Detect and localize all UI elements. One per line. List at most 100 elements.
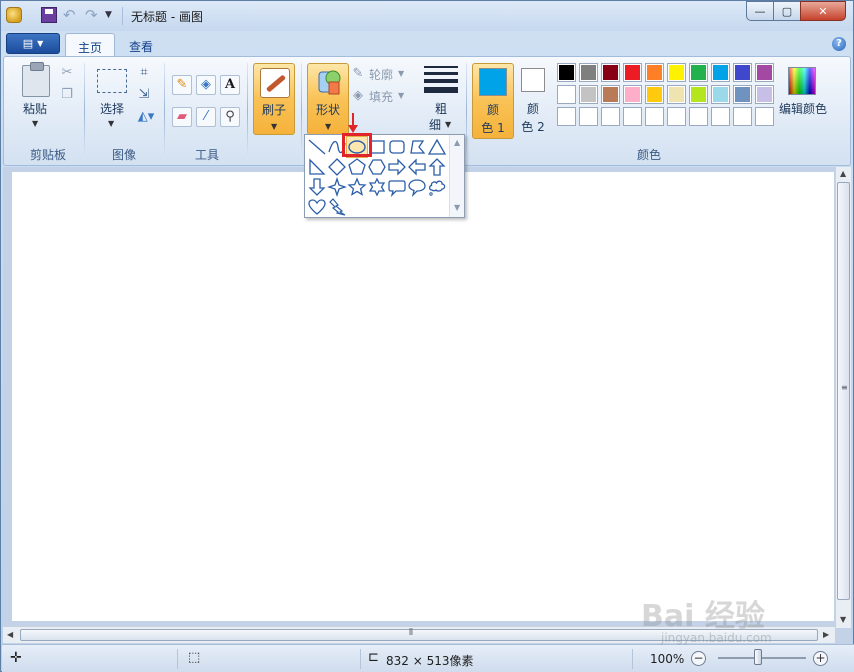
shape-pentagon-icon[interactable]	[347, 157, 367, 177]
palette-color-swatch[interactable]	[711, 63, 730, 82]
shape-left-arrow-icon[interactable]	[407, 157, 427, 177]
maximize-button[interactable]: ▢	[773, 1, 801, 21]
crop-icon[interactable]: ⌗	[136, 65, 152, 81]
text-tool-icon[interactable]: A	[220, 75, 240, 95]
brushes-button[interactable]: 刷子 ▼	[253, 63, 295, 135]
palette-empty-swatch[interactable]	[623, 107, 642, 126]
paste-button-label[interactable]: 粘贴	[18, 101, 52, 117]
line-size-icon[interactable]	[424, 66, 458, 96]
eraser-icon[interactable]: ▰	[172, 107, 192, 127]
palette-color-swatch[interactable]	[623, 85, 642, 104]
palette-color-swatch[interactable]	[557, 63, 576, 82]
color1-button[interactable]: 颜 色 1	[472, 63, 514, 139]
palette-empty-swatch[interactable]	[645, 107, 664, 126]
chevron-down-icon[interactable]: ▼	[445, 120, 451, 129]
palette-color-swatch[interactable]	[645, 63, 664, 82]
paste-dropdown-icon[interactable]: ▼	[32, 119, 38, 128]
palette-empty-swatch[interactable]	[689, 107, 708, 126]
shape-line-icon[interactable]	[307, 137, 327, 157]
palette-color-swatch[interactable]	[755, 85, 774, 104]
shape-oval-callout-icon[interactable]	[407, 177, 427, 197]
shape-five-point-star-icon[interactable]	[347, 177, 367, 197]
shape-hexagon-icon[interactable]	[367, 157, 387, 177]
palette-empty-swatch[interactable]	[755, 107, 774, 126]
redo-icon[interactable]: ↷	[85, 7, 101, 23]
undo-icon[interactable]: ↶	[63, 7, 79, 23]
select-dropdown-icon[interactable]: ▼	[108, 119, 114, 128]
shape-down-arrow-icon[interactable]	[307, 177, 327, 197]
palette-color-swatch[interactable]	[667, 63, 686, 82]
shape-four-point-star-icon[interactable]	[327, 177, 347, 197]
fill-icon[interactable]: ◈	[350, 88, 366, 104]
paint-menu-button[interactable]: ▤ ▼	[6, 33, 60, 54]
shape-rounded-rectangle-icon[interactable]	[387, 137, 407, 157]
vertical-scroll-thumb[interactable]: ≡	[837, 182, 850, 600]
palette-color-swatch[interactable]	[645, 85, 664, 104]
vertical-scrollbar[interactable]: ▲ ≡ ▼	[835, 167, 851, 628]
color-picker-icon[interactable]: ⁄	[196, 107, 216, 127]
edit-colors-label[interactable]: 编辑颜色	[774, 101, 832, 117]
palette-color-swatch[interactable]	[733, 85, 752, 104]
resize-icon[interactable]: ⇲	[136, 87, 152, 103]
palette-color-swatch[interactable]	[623, 63, 642, 82]
rotate-icon[interactable]: ◭▾	[134, 109, 158, 125]
copy-icon[interactable]: ❐	[59, 87, 75, 103]
palette-color-swatch[interactable]	[667, 85, 686, 104]
size-label-top[interactable]: 粗	[424, 101, 458, 117]
scroll-up-icon[interactable]: ▲	[840, 169, 846, 178]
shape-six-point-star-icon[interactable]	[367, 177, 387, 197]
palette-color-swatch[interactable]	[557, 85, 576, 104]
palette-color-swatch[interactable]	[579, 63, 598, 82]
magnifier-icon[interactable]: ⚲	[220, 107, 240, 127]
palette-color-swatch[interactable]	[601, 85, 620, 104]
paint-app-icon[interactable]	[6, 7, 22, 23]
fill-bucket-icon[interactable]: ◈	[196, 75, 216, 95]
zoom-out-button[interactable]: −	[691, 651, 706, 666]
tab-view[interactable]: 查看	[117, 33, 165, 57]
shape-cloud-callout-icon[interactable]	[427, 177, 447, 197]
shape-right-arrow-icon[interactable]	[387, 157, 407, 177]
palette-empty-swatch[interactable]	[667, 107, 686, 126]
outline-icon[interactable]: ✎	[350, 66, 366, 82]
edit-colors-icon[interactable]	[788, 67, 816, 95]
close-button[interactable]: ✕	[800, 1, 846, 21]
shape-triangle-icon[interactable]	[427, 137, 447, 157]
scroll-down-icon[interactable]: ▼	[454, 203, 460, 212]
customize-dropdown-icon[interactable]: ▼	[105, 7, 121, 23]
paste-icon[interactable]	[22, 62, 50, 97]
select-icon[interactable]	[97, 69, 127, 93]
zoom-slider-track[interactable]	[718, 657, 806, 659]
scroll-left-icon[interactable]: ◀	[7, 630, 13, 639]
palette-empty-swatch[interactable]	[733, 107, 752, 126]
fill-label[interactable]: 填充	[369, 88, 393, 105]
palette-color-swatch[interactable]	[689, 63, 708, 82]
palette-color-swatch[interactable]	[711, 85, 730, 104]
shape-diamond-icon[interactable]	[327, 157, 347, 177]
shape-heart-icon[interactable]	[307, 197, 327, 217]
help-icon[interactable]: ?	[832, 37, 846, 51]
scroll-up-icon[interactable]: ▲	[454, 138, 460, 147]
palette-empty-swatch[interactable]	[579, 107, 598, 126]
palette-empty-swatch[interactable]	[601, 107, 620, 126]
minimize-button[interactable]: —	[746, 1, 774, 21]
palette-empty-swatch[interactable]	[711, 107, 730, 126]
shape-up-arrow-icon[interactable]	[427, 157, 447, 177]
palette-color-swatch[interactable]	[579, 85, 598, 104]
scroll-down-icon[interactable]: ▼	[840, 615, 846, 624]
tab-home[interactable]: 主页	[65, 33, 116, 57]
palette-color-swatch[interactable]	[689, 85, 708, 104]
shapes-button[interactable]: 形状 ▼	[307, 63, 349, 135]
color2-swatch[interactable]	[521, 68, 545, 92]
pencil-icon[interactable]: ✎	[172, 75, 192, 95]
color2-label-top[interactable]: 颜	[516, 101, 550, 117]
palette-color-swatch[interactable]	[733, 63, 752, 82]
color2-label-bottom[interactable]: 色 2	[516, 119, 550, 135]
save-icon[interactable]	[41, 7, 57, 23]
palette-empty-swatch[interactable]	[557, 107, 576, 126]
zoom-slider-thumb[interactable]	[754, 649, 762, 665]
scroll-right-icon[interactable]: ▶	[823, 630, 829, 639]
palette-color-swatch[interactable]	[755, 63, 774, 82]
palette-color-swatch[interactable]	[601, 63, 620, 82]
drawing-canvas[interactable]	[12, 172, 834, 621]
shape-lightning-icon[interactable]	[327, 197, 347, 217]
